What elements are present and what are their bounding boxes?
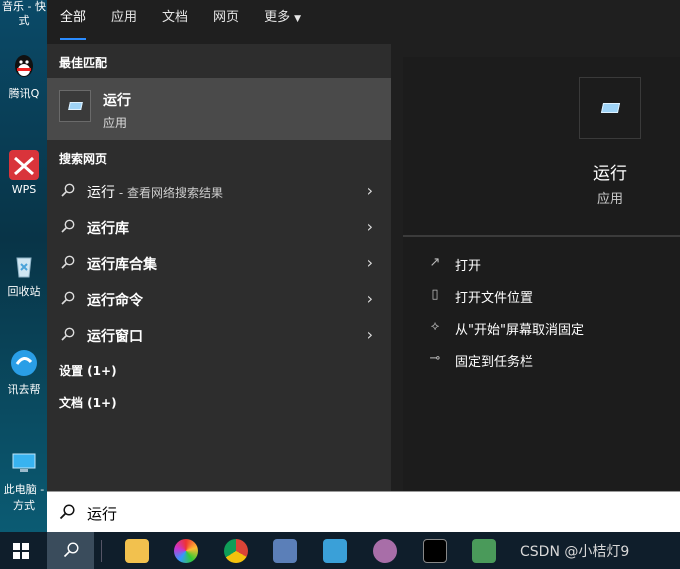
search-icon — [61, 219, 75, 233]
tab-documents[interactable]: 文档 — [162, 0, 188, 44]
action-open-file-location[interactable]: ▯ 打开文件位置 — [427, 284, 667, 308]
remote-desktop-icon[interactable] — [323, 539, 347, 563]
search-icon — [63, 542, 79, 558]
tab-apps[interactable]: 应用 — [111, 0, 137, 44]
open-icon: ↗ — [429, 255, 441, 270]
desktop-label: WPS — [11, 183, 37, 196]
photos-icon[interactable] — [174, 539, 198, 563]
search-input[interactable]: 运行 — [87, 503, 117, 524]
chevron-right-icon[interactable]: › — [367, 325, 373, 344]
wps-icon — [9, 150, 39, 180]
action-label: 从"开始"屏幕取消固定 — [455, 323, 584, 338]
web-result-item[interactable]: 运行命令 › — [47, 281, 391, 317]
search-icon — [61, 183, 75, 197]
desktop-label: 此电脑 - 方式 — [3, 483, 45, 512]
chevron-down-icon: ▼ — [294, 14, 301, 24]
app-icon — [9, 348, 39, 378]
run-app-icon — [59, 90, 91, 122]
best-match-item[interactable]: 运行 应用 — [47, 78, 391, 140]
computer-icon — [9, 448, 39, 478]
web-result-label: 运行命令 — [87, 293, 143, 309]
best-match-subtitle: 应用 — [103, 116, 128, 130]
tab-all[interactable]: 全部 — [60, 0, 87, 44]
chevron-right-icon[interactable]: › — [367, 289, 373, 308]
web-result-item[interactable]: 运行窗口 › — [47, 317, 391, 353]
tab-label: 文档 — [162, 10, 189, 25]
recycle-bin-icon — [9, 250, 39, 280]
pin-icon: ⊸ — [429, 351, 441, 366]
desktop-label: 讯去帮 — [7, 383, 41, 396]
web-result-item[interactable]: 运行库合集 › — [47, 245, 391, 281]
search-icon — [61, 327, 75, 341]
taskbar-search-button[interactable] — [47, 532, 94, 569]
run-app-large-icon — [579, 77, 641, 139]
watermark-text: CSDN @小桔灯9 — [520, 544, 630, 560]
taskbar-divider — [101, 540, 102, 562]
web-result-suffix: - 查看网络搜索结果 — [115, 186, 223, 200]
tab-label: 网页 — [213, 10, 240, 25]
unpin-icon: ⟡ — [430, 319, 440, 334]
web-result-label: 运行库 — [87, 221, 129, 237]
media-app-icon[interactable] — [373, 539, 397, 563]
tab-label: 全部 — [60, 10, 87, 25]
desktop-shortcut-this-pc[interactable]: 此电脑 - 方式 — [0, 448, 48, 513]
search-icon — [61, 291, 75, 305]
tab-label: 更多 — [264, 10, 291, 25]
web-result-label: 运行库合集 — [87, 257, 157, 273]
action-label: 打开 — [455, 259, 482, 274]
documents-header[interactable]: 文档 (1+) — [59, 394, 117, 411]
package-app-icon[interactable] — [472, 539, 496, 563]
preview-pane: 运行 应用 ↗ 打开 ▯ 打开文件位置 ⟡ 从"开始"屏幕取消固定 ⊸ 固定到任… — [403, 57, 680, 491]
file-explorer-icon[interactable] — [125, 539, 149, 563]
preview-subtitle: 应用 — [596, 192, 623, 207]
chrome-icon[interactable] — [224, 539, 248, 563]
web-result-label: 运行 - 查看网络搜索结果 — [87, 182, 223, 202]
preview-title: 运行 — [593, 164, 627, 184]
filter-tabs: 全部 应用 文档 网页 更多 ▼ — [47, 0, 680, 44]
file-location-icon: ▯ — [431, 287, 439, 302]
action-label: 打开文件位置 — [455, 291, 534, 306]
taskbar: CSDN @小桔灯9 — [0, 532, 680, 569]
tab-label: 应用 — [111, 10, 138, 25]
search-icon — [59, 504, 75, 520]
web-result-item[interactable]: 运行 - 查看网络搜索结果 › — [47, 173, 391, 209]
chevron-right-icon[interactable]: › — [367, 181, 373, 200]
windows-start-icon[interactable] — [13, 543, 29, 559]
web-result-item[interactable]: 运行库 › — [47, 209, 391, 245]
action-unpin-from-start[interactable]: ⟡ 从"开始"屏幕取消固定 — [427, 316, 667, 340]
terminal-icon[interactable] — [423, 539, 447, 563]
best-match-title: 运行 — [103, 93, 131, 109]
desktop-shortcut-app[interactable]: 讯去帮 — [0, 348, 48, 397]
desktop-shortcut-recycle-bin[interactable]: 回收站 — [0, 250, 48, 299]
search-box[interactable]: 运行 — [47, 491, 680, 532]
settings-header[interactable]: 设置 (1+) — [59, 362, 117, 379]
action-label: 固定到任务栏 — [455, 355, 534, 370]
desktop-label: 腾讯Q — [8, 87, 40, 100]
best-match-header: 最佳匹配 — [59, 56, 108, 70]
chevron-right-icon[interactable]: › — [367, 253, 373, 272]
divider — [403, 235, 680, 237]
chevron-right-icon[interactable]: › — [367, 217, 373, 236]
desktop-shortcut-qq[interactable]: 腾讯Q — [0, 52, 48, 101]
web-search-header: 搜索网页 — [59, 152, 108, 166]
qq-icon — [9, 52, 39, 82]
desktop-shortcut-music[interactable]: 音乐 - 快 式 — [0, 0, 48, 28]
action-open[interactable]: ↗ 打开 — [427, 252, 667, 276]
results-list: 最佳匹配 运行 应用 搜索网页 运行 - 查看网络搜索结果 › 运行库 › 运行… — [47, 44, 391, 491]
web-result-label: 运行窗口 — [87, 329, 143, 345]
desktop-label: 回收站 — [7, 285, 41, 298]
computer-app-icon[interactable] — [273, 539, 297, 563]
action-pin-to-taskbar[interactable]: ⊸ 固定到任务栏 — [427, 348, 667, 372]
tab-more[interactable]: 更多 ▼ — [264, 0, 301, 44]
desktop-label: 音乐 - 快 式 — [2, 0, 46, 27]
search-panel: 全部 应用 文档 网页 更多 ▼ 最佳匹配 运行 应用 搜索网页 运行 - 查看网… — [47, 0, 680, 491]
tab-web[interactable]: 网页 — [213, 0, 239, 44]
desktop-shortcut-wps[interactable]: WPS — [0, 150, 48, 196]
web-result-term: 运行 — [87, 185, 115, 201]
search-icon — [61, 255, 75, 269]
